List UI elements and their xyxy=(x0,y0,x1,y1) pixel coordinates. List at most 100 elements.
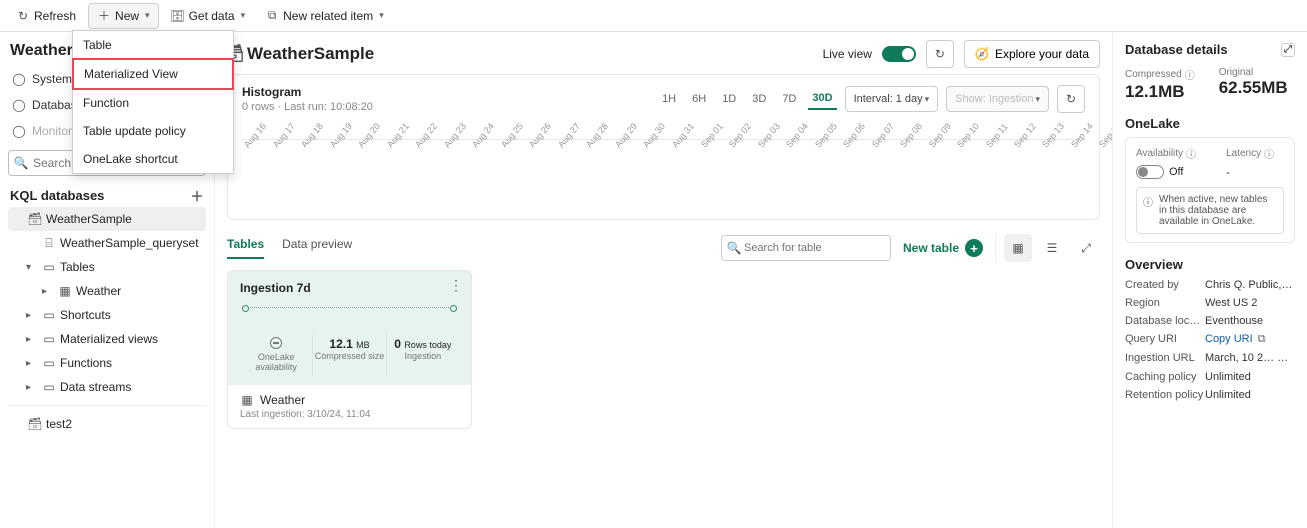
compressed-label: Compressed xyxy=(1125,69,1182,80)
stat-label: OneLake availability xyxy=(240,352,312,372)
refresh-icon: ↻ xyxy=(933,47,947,61)
view-list-button[interactable]: ☰ xyxy=(1038,234,1066,262)
table-tile[interactable]: ⋮ Ingestion 7d OneLake availability12.1 … xyxy=(227,270,472,429)
tree-label: Tables xyxy=(60,260,95,274)
search-icon: 🔍 xyxy=(14,156,28,170)
detail-row: RegionWest US 2 xyxy=(1125,294,1295,312)
chevron-icon: ▸ xyxy=(26,310,38,321)
get-data-button[interactable]: 🗄 Get data ▾ xyxy=(163,3,254,29)
histogram-title: Histogram xyxy=(242,85,373,99)
refresh-main-button[interactable]: ↻ xyxy=(926,40,954,68)
explore-data-button[interactable]: 🧭 Explore your data xyxy=(964,40,1100,68)
refresh-icon: ↻ xyxy=(16,9,30,23)
range-1h[interactable]: 1H xyxy=(658,89,680,109)
onelake-availability-toggle[interactable] xyxy=(1136,165,1164,179)
tree-group-tables[interactable]: ▾▭Tables xyxy=(8,255,206,279)
new-menu-item-table[interactable]: Table xyxy=(73,31,233,59)
interval-select[interactable]: Interval: 1 day ▾ xyxy=(845,86,939,112)
explore-label: Explore your data xyxy=(995,47,1089,61)
detail-row: Created byChris Q. Public, March 10, 1, … xyxy=(1125,276,1295,294)
tree-table-weather[interactable]: ▸▦Weather xyxy=(8,279,206,303)
detail-row: Database locati…Eventhouse xyxy=(1125,312,1295,330)
onelake-box: Availability ⓘ Off Latency ⓘ - ⓘ When ac… xyxy=(1125,137,1295,243)
tree-label: Weather xyxy=(76,284,121,298)
tree-label: Materialized views xyxy=(60,332,158,346)
view-expand-button[interactable]: ⤢ xyxy=(1072,234,1100,262)
copy-uri-link[interactable]: Copy URI xyxy=(1277,352,1295,364)
copy-icon[interactable]: ⧉ xyxy=(1258,333,1266,345)
info-icon: ⓘ xyxy=(1186,146,1196,161)
chevron-down-icon: ▾ xyxy=(379,10,384,21)
plus-icon[interactable]: ＋ xyxy=(190,189,204,203)
new-button[interactable]: ＋ New ▾ xyxy=(88,3,159,29)
range-30d[interactable]: 30D xyxy=(808,88,836,110)
range-6h[interactable]: 6H xyxy=(688,89,710,109)
folder-icon: ▭ xyxy=(42,356,56,370)
latency-label: Latency xyxy=(1226,148,1261,159)
histogram-subtitle: 0 rows · Last run: 10:08:20 xyxy=(242,101,373,113)
search-icon: 🔍 xyxy=(727,241,741,255)
tab-tables[interactable]: Tables xyxy=(227,237,264,259)
detail-value: Unlimited xyxy=(1205,371,1251,383)
tab-data-preview[interactable]: Data preview xyxy=(282,237,352,259)
database-icon: 🗃 xyxy=(28,212,42,226)
chevron-down-icon: ▾ xyxy=(145,10,150,21)
gauge-icon: ◯ xyxy=(12,72,26,86)
detail-value: West US 2 xyxy=(1205,297,1257,309)
expand-icon[interactable]: ⤢ xyxy=(1281,43,1295,57)
info-icon: ⓘ xyxy=(1185,67,1195,82)
tree-label: test2 xyxy=(46,417,72,431)
range-3d[interactable]: 3D xyxy=(748,89,770,109)
list-icon: ☰ xyxy=(1045,241,1059,255)
database-icon: 🗃 xyxy=(28,417,42,431)
detail-row: Query URICopy URI ⧉ xyxy=(1125,330,1295,349)
refresh-button[interactable]: ↻ Refresh xyxy=(8,3,84,29)
detail-key: Ingestion URL xyxy=(1125,352,1205,365)
tile-menu-button[interactable]: ⋮ xyxy=(449,277,463,294)
live-view-toggle[interactable] xyxy=(882,46,916,62)
tree-db-test2[interactable]: 🗃 test2 xyxy=(8,412,206,436)
chevron-icon: ▸ xyxy=(26,334,38,345)
tile-last-ingestion: Last ingestion: 3/10/24, 11:04 xyxy=(240,409,459,420)
new-menu-item-materialized-view[interactable]: Materialized View xyxy=(72,58,234,90)
table-search-input[interactable] xyxy=(721,235,891,261)
histogram-card: Histogram 0 rows · Last run: 10:08:20 1H… xyxy=(227,74,1100,220)
chevron-icon: ▸ xyxy=(26,358,38,369)
new-related-item-button[interactable]: ⧉ New related item ▾ xyxy=(257,3,392,29)
kql-databases-heading: KQL databases ＋ xyxy=(10,188,204,203)
folder-icon: ▭ xyxy=(42,380,56,394)
tree-db-weathersample[interactable]: 🗃WeatherSample xyxy=(8,207,206,231)
show-select[interactable]: Show: Ingestion ▾ xyxy=(946,86,1049,112)
chevron-icon: ▸ xyxy=(42,286,54,297)
tree-group-data-streams[interactable]: ▸▭Data streams xyxy=(8,375,206,399)
live-view-label: Live view xyxy=(823,47,872,61)
new-menu-item-onelake-shortcut[interactable]: OneLake shortcut xyxy=(73,145,233,173)
range-7d[interactable]: 7D xyxy=(778,89,800,109)
onelake-heading: OneLake xyxy=(1125,116,1295,131)
tree-group-materialized-views[interactable]: ▸▭Materialized views xyxy=(8,327,206,351)
chevron-down-icon: ▾ xyxy=(925,94,930,105)
copy-uri-link[interactable]: Copy URI xyxy=(1205,333,1253,345)
detail-key: Region xyxy=(1125,297,1205,309)
get-data-label: Get data xyxy=(189,9,235,23)
tree-group-shortcuts[interactable]: ▸▭Shortcuts xyxy=(8,303,206,327)
tile-stat: 12.1 MBCompressed size xyxy=(312,333,385,376)
sparkline xyxy=(242,307,457,325)
histogram-refresh-button[interactable]: ↻ xyxy=(1057,85,1085,113)
tile-stat: OneLake availability xyxy=(240,333,312,376)
new-menu-item-function[interactable]: Function xyxy=(73,89,233,117)
grid-icon: ◯ xyxy=(12,98,26,112)
new-related-label: New related item xyxy=(283,9,373,23)
tree-group-functions[interactable]: ▸▭Functions xyxy=(8,351,206,375)
new-menu-item-table-update-policy[interactable]: Table update policy xyxy=(73,117,233,145)
tree-queryset[interactable]: ⌸WeatherSample_queryset xyxy=(8,231,206,255)
new-table-button[interactable]: New table + xyxy=(903,239,983,257)
chevron-icon: ▸ xyxy=(26,382,38,393)
view-grid-button[interactable]: ▦ xyxy=(1004,234,1032,262)
folder-icon: ▭ xyxy=(42,308,56,322)
range-1d[interactable]: 1D xyxy=(718,89,740,109)
chevron-down-icon: ▾ xyxy=(241,10,246,21)
sidebar-nav-label: System xyxy=(32,72,72,86)
kql-heading-label: KQL databases xyxy=(10,188,104,203)
details-panel: Database details ⤢ Compressed ⓘ 12.1MB O… xyxy=(1112,32,1307,528)
